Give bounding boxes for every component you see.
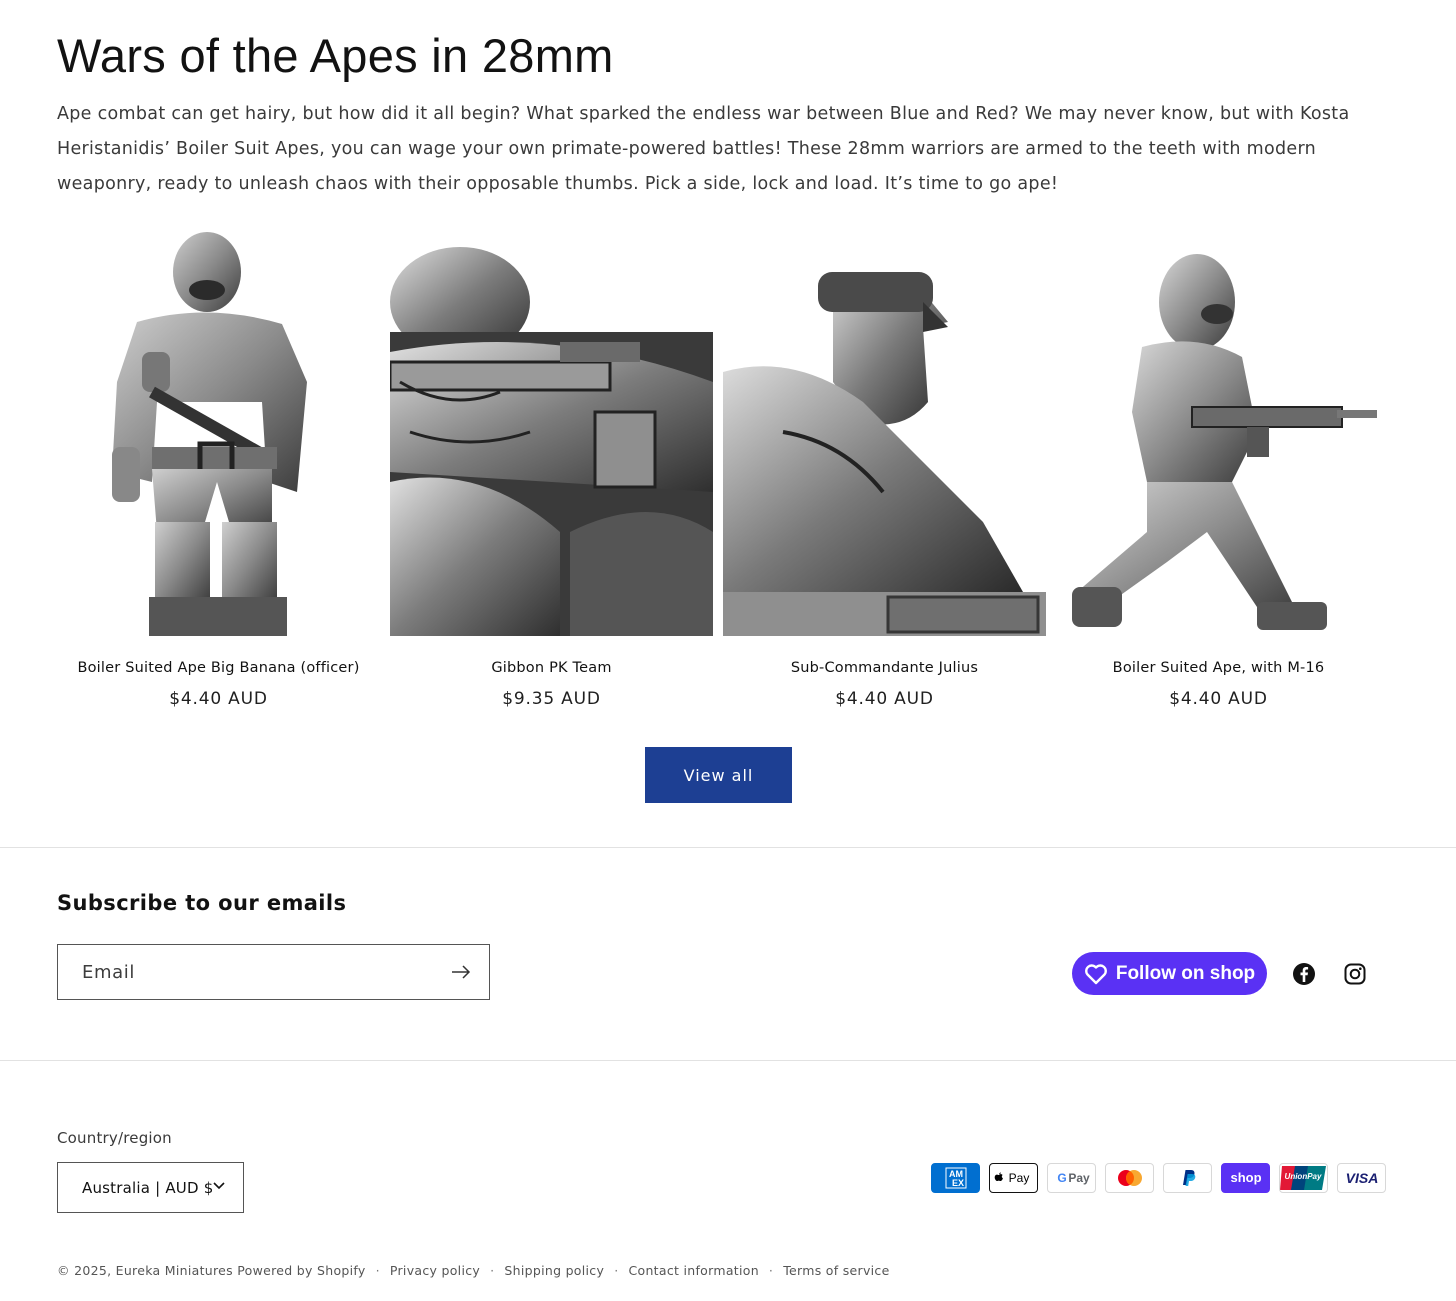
product-image[interactable]	[723, 232, 1046, 636]
paypal-icon	[1163, 1163, 1212, 1193]
follow-on-shop-label: Follow on shop	[1115, 962, 1256, 984]
shop-pay-icon: shop	[1221, 1163, 1270, 1193]
chevron-down-icon	[213, 1182, 225, 1190]
follow-on-shop-button[interactable]: Follow on shop	[1072, 952, 1267, 995]
product-grid: Boiler Suited Ape Big Banana (officer) $…	[57, 232, 1380, 712]
subscribe-submit-button[interactable]	[433, 945, 489, 999]
arrow-right-icon	[452, 965, 471, 979]
shipping-policy-link[interactable]: Shipping policy	[504, 1263, 604, 1278]
union-pay-icon: UnionPay	[1279, 1163, 1328, 1193]
collection-title: Wars of the Apes in 28mm	[57, 29, 614, 82]
powered-by-shopify-link[interactable]: Powered by Shopify	[237, 1263, 365, 1278]
product-image[interactable]	[57, 232, 380, 636]
product-price: $9.35 AUD	[502, 689, 601, 709]
amex-icon: AM EX	[931, 1163, 980, 1193]
product-name[interactable]: Gibbon PK Team	[390, 660, 713, 676]
svg-text:EX: EX	[952, 1178, 964, 1188]
product-name[interactable]: Sub-Commandante Julius	[723, 660, 1046, 676]
google-pay-icon: G Pay	[1047, 1163, 1096, 1193]
product-price: $4.40 AUD	[835, 689, 934, 709]
email-field[interactable]	[57, 944, 490, 1000]
instagram-icon[interactable]	[1343, 962, 1367, 986]
product-card[interactable]: Boiler Suited Ape, with M-16 $4.40 AUD	[1057, 232, 1380, 709]
svg-text:Pay: Pay	[1068, 1171, 1090, 1185]
view-all-button[interactable]: View all	[645, 747, 792, 803]
heart-icon	[1084, 963, 1107, 984]
svg-text:VISA: VISA	[1345, 1170, 1378, 1186]
mastercard-icon	[1105, 1163, 1154, 1193]
newsletter-title: Subscribe to our emails	[57, 891, 347, 915]
footer-divider	[0, 1060, 1456, 1061]
svg-text:G: G	[1057, 1171, 1066, 1185]
product-card[interactable]: Boiler Suited Ape Big Banana (officer) $…	[57, 232, 380, 709]
copyright: © 2025,	[57, 1263, 112, 1278]
email-input[interactable]	[58, 961, 433, 983]
store-name-link[interactable]: Eureka Miniatures	[116, 1263, 233, 1278]
country-region-label: Country/region	[57, 1129, 172, 1147]
product-price: $4.40 AUD	[169, 689, 268, 709]
svg-text:shop: shop	[1230, 1170, 1261, 1185]
visa-icon: VISA	[1337, 1163, 1386, 1193]
terms-of-service-link[interactable]: Terms of service	[783, 1263, 889, 1278]
svg-text:UnionPay: UnionPay	[1285, 1172, 1322, 1181]
country-region-select[interactable]: Australia | AUD $	[57, 1162, 244, 1213]
product-price: $4.40 AUD	[1169, 689, 1268, 709]
product-name[interactable]: Boiler Suited Ape Big Banana (officer)	[57, 660, 380, 676]
product-image[interactable]	[390, 232, 713, 636]
product-name[interactable]: Boiler Suited Ape, with M-16	[1057, 660, 1380, 676]
product-card[interactable]: Sub-Commandante Julius $4.40 AUD	[723, 232, 1046, 709]
collection-description: Ape combat can get hairy, but how did it…	[57, 104, 1350, 194]
apple-pay-icon: Pay	[989, 1163, 1038, 1193]
facebook-icon[interactable]	[1292, 962, 1316, 986]
contact-information-link[interactable]: Contact information	[628, 1263, 758, 1278]
footer-bottom: © 2025, Eureka Miniatures Powered by Sho…	[57, 1263, 890, 1278]
privacy-policy-link[interactable]: Privacy policy	[390, 1263, 480, 1278]
product-image[interactable]	[1057, 232, 1380, 636]
svg-text:Pay: Pay	[1008, 1171, 1029, 1185]
country-region-value: Australia | AUD $	[82, 1178, 214, 1197]
product-card[interactable]: Gibbon PK Team $9.35 AUD	[390, 232, 713, 709]
payment-icons: AM EX Pay G Pay shop UnionPay VISA	[931, 1163, 1386, 1193]
section-divider	[0, 847, 1456, 848]
